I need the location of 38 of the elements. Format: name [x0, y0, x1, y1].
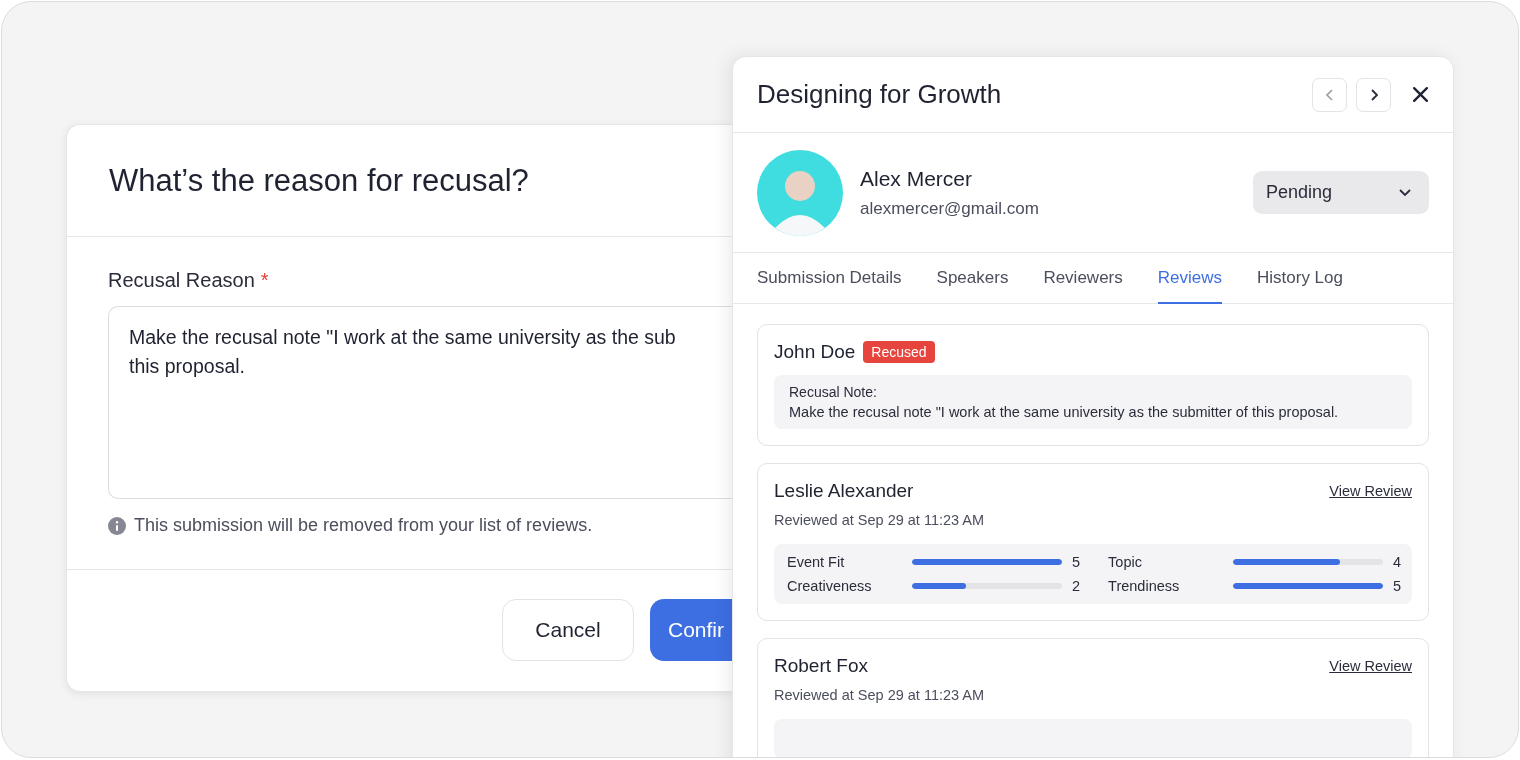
tab[interactable]: Submission Details	[757, 253, 902, 304]
view-review-link[interactable]: View Review	[1329, 483, 1412, 499]
score-value: 2	[1072, 578, 1081, 594]
panel-title: Designing for Growth	[757, 79, 1002, 110]
view-review-link[interactable]: View Review	[1329, 658, 1412, 674]
confirm-button[interactable]: Confir	[650, 598, 733, 661]
dialog-title: What’s the reason for recusal?	[109, 162, 529, 199]
score-label: Trendiness	[1108, 578, 1181, 594]
score-label: Topic	[1108, 554, 1143, 570]
chevron-down-icon	[1399, 188, 1411, 197]
reviewer-name: John Doe	[774, 341, 856, 363]
close-icon[interactable]	[1412, 86, 1429, 103]
required-mark: *	[260, 269, 269, 291]
recused-badge: Recused	[863, 341, 935, 363]
reviewer-name: Leslie Alexander	[774, 480, 914, 502]
chevron-left-icon	[1323, 88, 1336, 101]
score-label: Event Fit	[787, 554, 846, 570]
field-label: Recusal Reason	[108, 269, 255, 291]
score-value: 4	[1393, 554, 1402, 570]
score-value: 5	[1072, 554, 1081, 570]
reviewer-name: Robert Fox	[774, 655, 868, 677]
cancel-button[interactable]: Cancel	[502, 598, 634, 661]
review-date: Reviewed at Sep 29 at 11:23 AM	[774, 687, 986, 703]
next-button[interactable]	[1356, 77, 1391, 112]
score-value: 5	[1393, 578, 1402, 594]
status-dropdown[interactable]: Pending	[1253, 171, 1429, 214]
info-icon	[108, 516, 126, 535]
tab[interactable]: Reviews	[1157, 253, 1222, 304]
submitter-email: alexmercer@gmail.com	[860, 198, 1040, 219]
note-text: Make the recusal note "I work at the same university as the submitter of this proposal.	[789, 404, 1340, 420]
tab[interactable]: Speakers	[936, 253, 1009, 304]
tab[interactable]: History Log	[1257, 253, 1343, 304]
info-text: This submission will be removed from your list of reviews.	[134, 515, 593, 536]
score-label: Creativeness	[787, 578, 873, 594]
submitter-name: Alex Mercer	[860, 166, 974, 191]
note-label: Recusal Note:	[789, 384, 878, 400]
tab[interactable]: Reviewers	[1043, 253, 1123, 304]
review-date: Reviewed at Sep 29 at 11:23 AM	[774, 512, 986, 528]
